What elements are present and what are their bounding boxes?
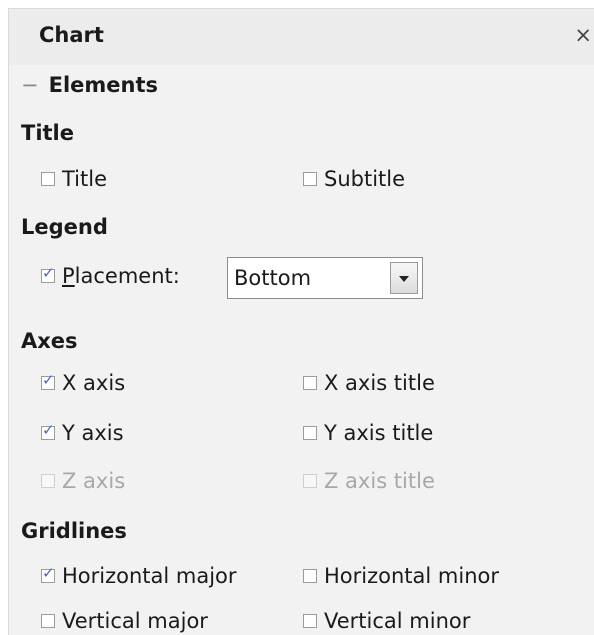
horizontal-minor-checkbox-option[interactable]: Horizontal minor (303, 564, 499, 588)
close-icon[interactable]: × (574, 23, 592, 47)
vertical-major-checkbox[interactable] (41, 614, 55, 628)
z-axis-checkbox (41, 474, 55, 488)
title-checkbox-option[interactable]: Title (41, 167, 107, 191)
placement-mnemonic: P (62, 264, 75, 288)
title-checkbox[interactable] (41, 172, 55, 186)
x-axis-checkbox-option[interactable]: X axis (41, 371, 125, 395)
title-group-heading: Title (21, 121, 75, 145)
vertical-major-checkbox-label: Vertical major (62, 609, 208, 633)
vertical-minor-checkbox[interactable] (303, 614, 317, 628)
placement-label-rest: lacement: (74, 264, 180, 288)
vertical-major-checkbox-option[interactable]: Vertical major (41, 609, 208, 633)
y-axis-checkbox-option[interactable]: Y axis (41, 421, 124, 445)
y-axis-title-checkbox[interactable] (303, 426, 317, 440)
subtitle-checkbox[interactable] (303, 172, 317, 186)
horizontal-minor-checkbox-label: Horizontal minor (324, 564, 499, 588)
x-axis-title-checkbox-option[interactable]: X axis title (303, 371, 435, 395)
dropdown-button[interactable] (390, 262, 418, 294)
collapse-icon: − (21, 73, 39, 97)
z-axis-title-checkbox-option: Z axis title (303, 469, 435, 493)
y-axis-checkbox[interactable] (41, 421, 55, 440)
gridlines-group-heading: Gridlines (21, 519, 127, 543)
legend-placement-select[interactable]: Bottom (227, 257, 423, 299)
chevron-down-icon (399, 276, 409, 282)
placement-checkbox[interactable] (41, 264, 55, 283)
elements-section-toggle[interactable]: − Elements (21, 73, 158, 97)
z-axis-title-checkbox-label: Z axis title (324, 469, 435, 493)
elements-section-label: Elements (48, 73, 159, 97)
axes-group-heading: Axes (21, 329, 78, 353)
panel-title: Chart (39, 23, 104, 47)
horizontal-major-checkbox[interactable] (41, 564, 55, 583)
vertical-minor-checkbox-label: Vertical minor (324, 609, 471, 633)
placement-checkbox-label: Placement: (62, 264, 180, 288)
placement-checkbox-option[interactable]: Placement: (41, 264, 180, 288)
y-axis-checkbox-label: Y axis (62, 421, 124, 445)
horizontal-major-checkbox-label: Horizontal major (62, 564, 237, 588)
x-axis-checkbox-label: X axis (62, 371, 126, 395)
title-checkbox-label: Title (62, 167, 108, 191)
legend-group-heading: Legend (21, 215, 108, 239)
horizontal-major-checkbox-option[interactable]: Horizontal major (41, 564, 237, 588)
x-axis-title-checkbox[interactable] (303, 376, 317, 390)
z-axis-checkbox-option: Z axis (41, 469, 125, 493)
panel-titlebar: Chart × (9, 9, 594, 65)
subtitle-checkbox-option[interactable]: Subtitle (303, 167, 405, 191)
vertical-minor-checkbox-option[interactable]: Vertical minor (303, 609, 470, 633)
y-axis-title-checkbox-label: Y axis title (324, 421, 434, 445)
x-axis-checkbox[interactable] (41, 371, 55, 390)
subtitle-checkbox-label: Subtitle (324, 167, 406, 191)
x-axis-title-checkbox-label: X axis title (324, 371, 435, 395)
z-axis-title-checkbox (303, 474, 317, 488)
legend-placement-value: Bottom (234, 266, 312, 290)
y-axis-title-checkbox-option[interactable]: Y axis title (303, 421, 433, 445)
chart-sidebar-panel: Chart × − Elements Title Title Subtitle L… (8, 8, 594, 635)
horizontal-minor-checkbox[interactable] (303, 569, 317, 583)
z-axis-checkbox-label: Z axis (62, 469, 126, 493)
